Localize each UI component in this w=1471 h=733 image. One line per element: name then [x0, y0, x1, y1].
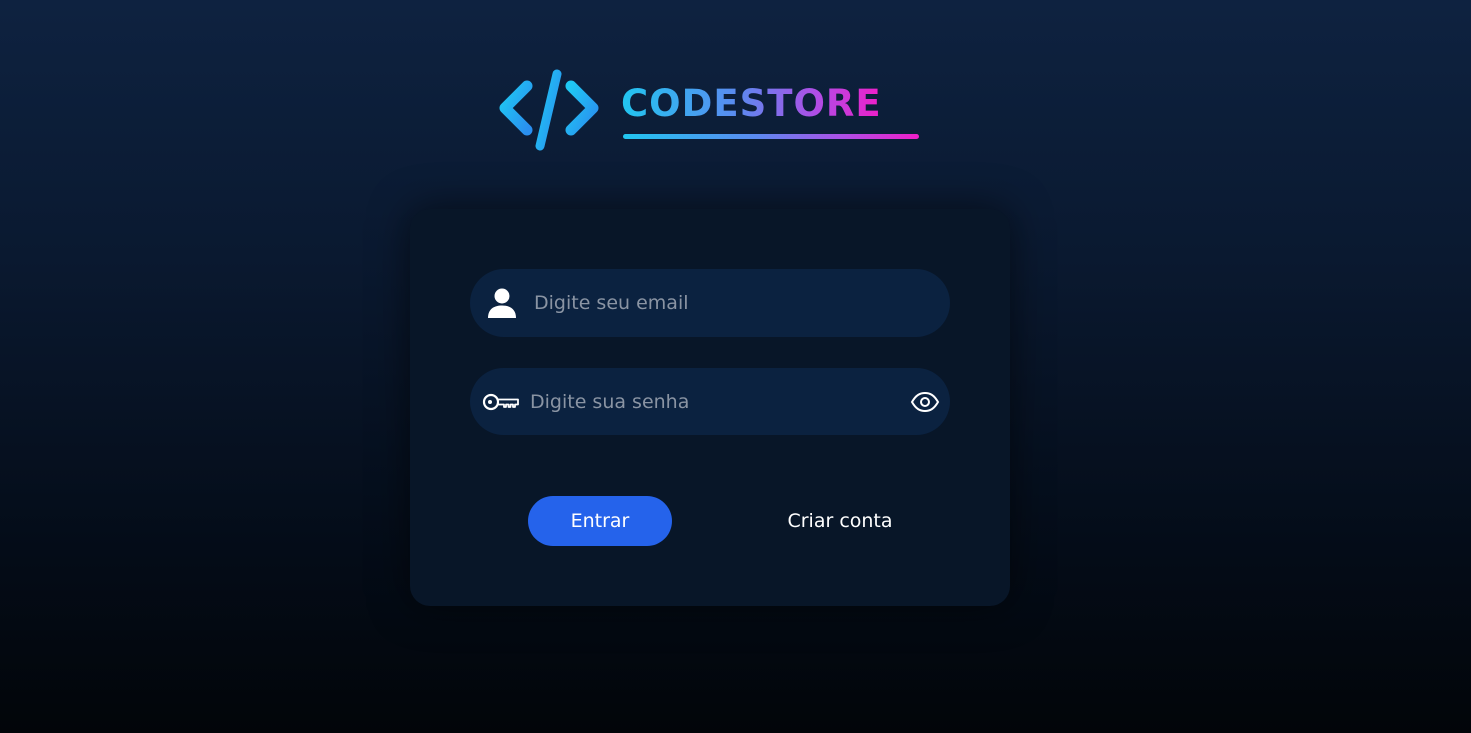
- code-brackets-icon: [499, 69, 599, 151]
- brand-logo: CODESTORE: [497, 66, 922, 156]
- email-field-wrapper: [470, 269, 950, 337]
- create-account-button[interactable]: Criar conta: [770, 496, 910, 546]
- password-field-wrapper: [470, 368, 950, 435]
- login-button[interactable]: Entrar: [528, 496, 672, 546]
- key-icon: [482, 393, 519, 411]
- password-input[interactable]: [530, 368, 890, 435]
- eye-icon[interactable]: [910, 390, 940, 414]
- login-card: Entrar Criar conta: [410, 209, 1010, 606]
- brand-underline: [623, 134, 919, 139]
- brand-name: CODESTORE: [621, 82, 882, 125]
- user-icon: [488, 288, 516, 318]
- email-input[interactable]: [534, 269, 924, 337]
